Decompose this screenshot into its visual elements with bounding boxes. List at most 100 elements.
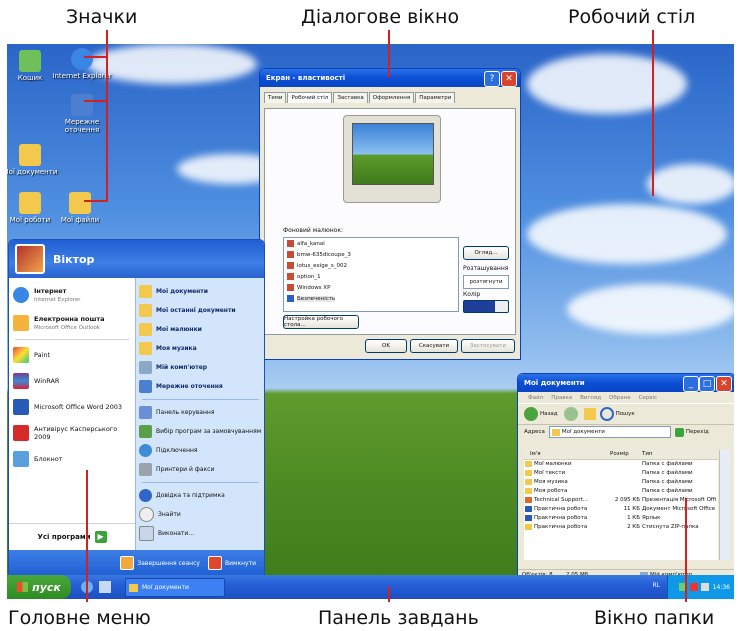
- start-menu-item-kaspersky[interactable]: Антивірус Касперського 2009: [9, 420, 135, 446]
- tab-appearance[interactable]: Оформлення: [368, 92, 415, 103]
- up-folder-icon[interactable]: [583, 408, 596, 420]
- list-item[interactable]: alfa_kanal: [284, 238, 458, 249]
- language-indicator[interactable]: RL: [652, 582, 660, 589]
- desktop-icon-my-documents[interactable]: Мої документи: [7, 144, 65, 176]
- dialog-titlebar[interactable]: Екран - властивості ? ✕: [260, 69, 520, 87]
- start-menu-item-recent-documents[interactable]: Мої останні документи: [136, 301, 264, 320]
- list-item[interactable]: lotus_exige_s_002: [284, 260, 458, 271]
- file-size: 2 095 КБ: [614, 497, 640, 503]
- outlook-icon: [13, 315, 29, 331]
- close-button[interactable]: ✕: [501, 71, 517, 87]
- logoff-icon: [120, 556, 135, 570]
- list-item-selected[interactable]: Безпеченість: [284, 293, 458, 304]
- start-menu-item-label: Антивірус Касперського 2009: [34, 425, 118, 441]
- desktop[interactable]: Кошик Internet Explorer Мережне оточення…: [7, 44, 734, 599]
- logoff-button[interactable]: Завершення сеансу: [120, 556, 200, 570]
- file-type: Папка с файлами: [642, 488, 693, 494]
- shutdown-button[interactable]: Вимкнути: [207, 556, 256, 570]
- start-menu-item-help[interactable]: Довідка та підтримка: [136, 486, 264, 505]
- column-size[interactable]: Розмір: [610, 451, 629, 457]
- table-row[interactable]: Моя робота Папка с файлами: [524, 487, 718, 496]
- start-menu-item-default-programs[interactable]: Вибір програм за замовчуванням: [136, 422, 264, 441]
- folder-titlebar[interactable]: Мої документи _ □ ✕: [518, 374, 734, 392]
- list-item[interactable]: Windows XP: [284, 282, 458, 293]
- menu-tools[interactable]: Сервіс: [639, 395, 658, 401]
- start-menu-item-connections[interactable]: Підключення: [136, 441, 264, 460]
- table-row[interactable]: Практична робота 11 КБ Документ Microsoft …: [524, 505, 718, 514]
- start-menu-item-my-computer[interactable]: Мій комп'ютер: [136, 358, 264, 377]
- table-row[interactable]: Моя музика Папка с файлами: [524, 478, 718, 487]
- start-menu-item-winrar[interactable]: WinRAR: [9, 368, 135, 394]
- taskbar-button-my-documents[interactable]: Мої документи: [125, 578, 225, 597]
- start-menu-item-email[interactable]: Електронна пошта Microsoft Office Outlook: [9, 309, 135, 337]
- caption-dialog: Діалогове вікно: [301, 6, 460, 28]
- avatar[interactable]: [15, 244, 45, 274]
- tab-settings[interactable]: Параметри: [415, 92, 456, 103]
- file-name: Мої малюнки: [534, 461, 572, 467]
- volume-icon[interactable]: [700, 583, 709, 591]
- tab-screensaver[interactable]: Заставка: [333, 92, 368, 103]
- list-item[interactable]: option_1: [284, 271, 458, 282]
- list-item[interactable]: bmw-635dicoupe_3: [284, 249, 458, 260]
- internet-explorer-icon: [71, 48, 93, 70]
- column-name[interactable]: Ім'я: [530, 451, 541, 457]
- minimize-button[interactable]: _: [683, 376, 699, 392]
- back-icon[interactable]: [524, 407, 538, 421]
- start-menu-item-search[interactable]: Знайти: [136, 505, 264, 524]
- ok-button[interactable]: OK: [365, 339, 407, 353]
- go-button[interactable]: Перехід: [686, 429, 709, 435]
- forward-icon[interactable]: [563, 407, 578, 421]
- image-file-icon: [287, 284, 294, 291]
- start-menu-item-network[interactable]: Мережне оточення: [136, 377, 264, 396]
- start-menu-item-paint[interactable]: Paint: [9, 342, 135, 368]
- column-type[interactable]: Тип: [642, 451, 653, 457]
- start-menu-item-word[interactable]: Microsoft Office Word 2003: [9, 394, 135, 420]
- vertical-scrollbar[interactable]: [719, 450, 730, 560]
- pointer-line: [84, 100, 106, 102]
- address-input[interactable]: Мої документи: [548, 426, 671, 438]
- cancel-button[interactable]: Скасувати: [410, 339, 458, 353]
- maximize-button[interactable]: □: [699, 376, 715, 392]
- table-row[interactable]: Technical Support... 2 095 КБ Презентація …: [524, 496, 718, 505]
- start-button[interactable]: пуск: [7, 575, 71, 599]
- browse-button[interactable]: Огляд...: [463, 246, 509, 260]
- wallpaper-list[interactable]: alfa_kanal bmw-635dicoupe_3 lotus_exige_…: [283, 237, 459, 312]
- customize-desktop-button[interactable]: Настройка робочого стола...: [283, 315, 359, 329]
- tab-desktop[interactable]: Робочий стіл: [287, 92, 333, 103]
- menu-favorites[interactable]: Обране: [609, 395, 631, 401]
- color-picker[interactable]: [463, 300, 509, 313]
- start-menu-programs: Інтернет Internet Explorer Електронна пош…: [9, 278, 135, 550]
- search-icon: [139, 507, 154, 522]
- tray-icon[interactable]: [689, 583, 698, 591]
- position-select[interactable]: розтягнути: [463, 275, 509, 289]
- file-list-header: Ім'я Розмір Тип: [524, 450, 718, 460]
- start-menu-item-my-documents[interactable]: Мої документи: [136, 282, 264, 301]
- table-row[interactable]: Практична робота 2 КБ Стиснута ZIP-папка: [524, 523, 718, 532]
- apply-button[interactable]: Застосувати: [461, 339, 515, 353]
- start-menu-item-control-panel[interactable]: Панель керування: [136, 403, 264, 422]
- start-menu-item-run[interactable]: Виконати...: [136, 524, 264, 543]
- table-row[interactable]: Практична робота 1 КБ Ярлык: [524, 514, 718, 523]
- quick-launch-desktop-icon[interactable]: [99, 581, 111, 593]
- zip-folder-icon: [525, 524, 532, 530]
- back-button[interactable]: Назад: [540, 411, 558, 417]
- tab-themes[interactable]: Теми: [264, 92, 287, 103]
- all-programs-button[interactable]: Усі програми ▶: [9, 523, 135, 550]
- desktop-icon-my-files[interactable]: Мої файли: [45, 192, 115, 224]
- menu-file[interactable]: Файл: [528, 395, 543, 401]
- start-menu-item-my-music[interactable]: Моя музика: [136, 339, 264, 358]
- close-button[interactable]: ✕: [716, 376, 732, 392]
- help-button[interactable]: ?: [484, 71, 500, 87]
- start-menu-item-my-pictures[interactable]: Мої малюнки: [136, 320, 264, 339]
- default-programs-icon: [139, 425, 152, 438]
- table-row[interactable]: Мої тексти Папка с файлами: [524, 469, 718, 478]
- start-menu-item-label: Вибір програм за замовчуванням: [156, 428, 262, 435]
- go-icon[interactable]: [674, 427, 684, 437]
- table-row[interactable]: Мої малюнки Папка с файлами: [524, 460, 718, 469]
- start-menu-item-notepad[interactable]: Блокнот: [9, 446, 135, 472]
- menu-edit[interactable]: Правка: [551, 395, 572, 401]
- search-button[interactable]: Пошук: [616, 411, 635, 417]
- start-menu-item-printers[interactable]: Принтери й факси: [136, 460, 264, 479]
- start-menu-item-internet[interactable]: Інтернет Internet Explorer: [9, 281, 135, 309]
- menu-view[interactable]: Вигляд: [580, 395, 601, 401]
